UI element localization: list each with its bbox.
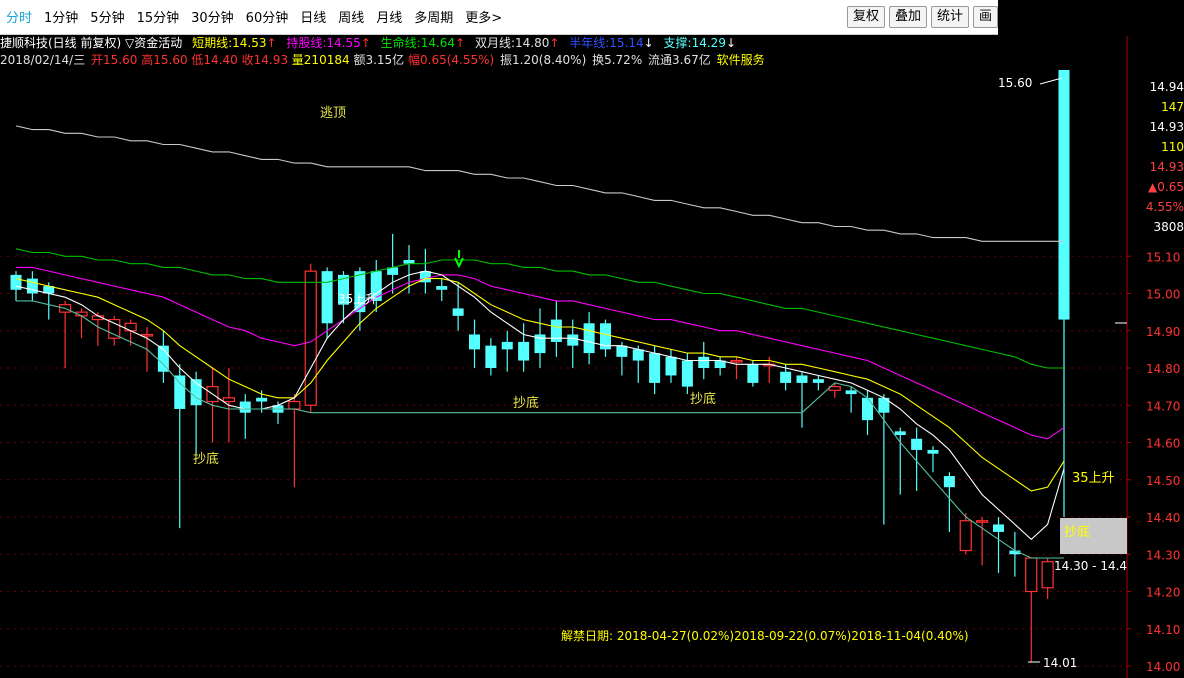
candle-body-0 (10, 274, 22, 290)
candle-body-64 (1058, 70, 1070, 320)
right-panel-value-4: 14.93 (1150, 160, 1184, 174)
axis-label-0: 15.10 (1146, 250, 1180, 264)
max-price-label: 15.60 (998, 76, 1033, 90)
candle-body-48 (796, 375, 808, 383)
candle-body-41 (681, 360, 693, 387)
candle-body-63 (1041, 561, 1054, 589)
candle-body-14 (239, 401, 251, 413)
rise-label-2: 35上升 (1072, 471, 1115, 486)
axis-label-9: 14.20 (1146, 586, 1180, 600)
candle-body-38 (632, 349, 644, 361)
candle-body-56 (927, 449, 939, 454)
bottom-label-2: 抄底 (513, 396, 540, 411)
candle-body-51 (845, 390, 857, 395)
candle-body-54 (894, 431, 906, 436)
candlestick-chart[interactable]: 15.10 15.00 14.90 14.80 14.70 14.60 14.50 14.40… (0, 0, 1184, 678)
axis-label-5: 14.60 (1146, 437, 1180, 451)
axis-label-3: 14.80 (1146, 362, 1180, 376)
bottom-signal-label: 抄底 (1064, 525, 1091, 540)
candle-body-57 (943, 476, 955, 488)
candle-body-52 (862, 397, 873, 421)
candle-body-49 (812, 379, 824, 383)
axis-label-7: 14.40 (1146, 511, 1180, 525)
candle-body-27 (452, 308, 464, 316)
candle-body-19 (321, 271, 333, 324)
bottom-label-1: 抄底 (193, 452, 220, 467)
right-panel-value-3: 110 (1161, 140, 1184, 154)
candle-body-35 (583, 323, 595, 354)
axis-label-8: 14.30 (1146, 548, 1180, 562)
candle-body-28 (469, 334, 480, 350)
candle-body-37 (616, 345, 628, 357)
candle-body-30 (501, 341, 513, 350)
candle-body-26 (436, 286, 448, 290)
bottom-label-3: 抄底 (690, 392, 717, 407)
support-range-label: 14.30 - 14.4 (1054, 559, 1128, 573)
candle-body-8 (140, 333, 154, 337)
ma-line-half (15, 125, 1064, 242)
right-panel-value-2: 14.93 (1150, 120, 1184, 134)
candle-body-7 (124, 322, 137, 332)
candle-body-17 (288, 400, 301, 410)
candle-body-10 (174, 375, 186, 409)
candle-body-42 (698, 356, 710, 368)
right-panel-value-6: 4.55% (1146, 200, 1184, 214)
candle-body-1 (26, 278, 38, 294)
right-panel-value-1: 147 (1161, 100, 1184, 114)
rise-label-1: 35上升 (338, 292, 378, 306)
candle-body-39 (649, 353, 661, 383)
candle-body-15 (256, 397, 268, 402)
candle-body-18 (304, 270, 317, 406)
unlock-dates: 解禁日期: 2018-04-27(0.02%)2018-09-22(0.07%)… (561, 629, 969, 643)
candle-body-13 (222, 397, 235, 403)
candle-body-29 (485, 345, 497, 368)
bottom-signal-box: 抄底 (1060, 518, 1127, 554)
axis-label-6: 14.50 (1146, 474, 1180, 488)
candle-body-55 (911, 438, 923, 450)
candle-body-47 (780, 371, 792, 383)
right-panel-value-5: ▲0.65 (1148, 180, 1184, 194)
candle-body-45 (747, 364, 759, 383)
right-panel-value-7: 3808 (1153, 220, 1184, 234)
candle-body-31 (518, 341, 530, 361)
candle-body-60 (993, 524, 1004, 532)
candle-body-44 (730, 359, 743, 363)
min-price-label: 14.01 (1043, 656, 1078, 670)
candle-body-62 (1025, 557, 1038, 593)
candle-body-59 (976, 520, 989, 523)
right-panel-value-0: 14.94 (1150, 80, 1184, 94)
axis-label-11: 14.00 (1146, 660, 1180, 674)
buy-arrow-icon (454, 250, 464, 269)
candle-body-58 (959, 520, 972, 552)
axis-label-2: 14.90 (1146, 325, 1180, 339)
axis-label-10: 14.10 (1146, 623, 1180, 637)
candle-body-24 (403, 259, 415, 264)
candle-body-34 (567, 334, 579, 346)
axis-label-1: 15.00 (1146, 288, 1180, 302)
escape-top-label: 逃顶 (320, 106, 347, 121)
axis-label-4: 14.70 (1146, 399, 1180, 413)
candle-body-40 (665, 356, 677, 376)
candle-body-6 (108, 318, 121, 339)
